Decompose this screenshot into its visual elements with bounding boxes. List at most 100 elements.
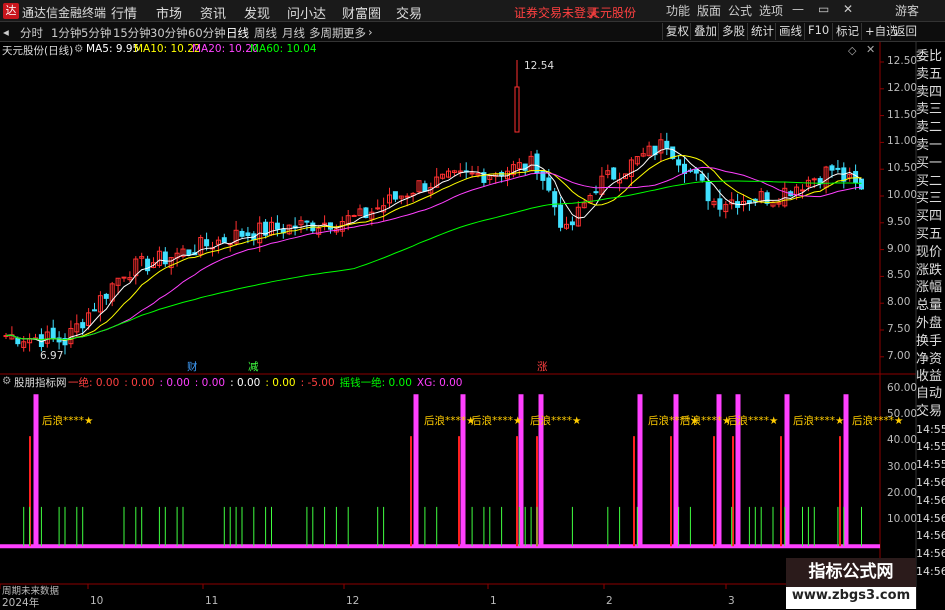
price-tick: 10.00 <box>887 189 918 201</box>
adjust-button[interactable]: 复权 <box>662 23 689 40</box>
candle-body <box>853 171 859 184</box>
formula-button[interactable]: 公式 <box>728 2 752 19</box>
minimize-icon[interactable]: — <box>792 2 804 16</box>
candle-body <box>351 214 357 217</box>
mark-button[interactable]: 标记 <box>832 23 859 40</box>
indicator-name[interactable]: 股朋指标网 <box>14 375 67 390</box>
period-week[interactable]: 周线 <box>254 25 277 41</box>
period-month[interactable]: 月线 <box>282 25 305 41</box>
indicator-field: XG: 0.00 <box>416 377 463 389</box>
chart-area[interactable]: 天元股份(日线) ⚙ MA5: 9.95 MA10: 10.22 MA20: 1… <box>0 42 945 609</box>
candle-body <box>422 183 428 192</box>
menu-zixun[interactable]: 资讯 <box>200 3 226 22</box>
tick-item: 14:55 <box>916 458 945 472</box>
period-more[interactable]: 更多 <box>343 25 366 41</box>
side-item[interactable]: 买一 <box>916 155 945 173</box>
login-warning[interactable]: 证券交易未登录 <box>514 4 598 21</box>
price-tick: 9.00 <box>887 242 911 255</box>
side-item[interactable]: 外盘 <box>916 315 945 333</box>
menu-caifuquan[interactable]: 财富圈 <box>342 3 381 22</box>
side-item[interactable]: 买五 <box>916 226 945 244</box>
user-label[interactable]: 游客 <box>895 2 919 19</box>
side-item[interactable]: 涨幅 <box>916 279 945 297</box>
period-15min[interactable]: 15分钟 <box>113 25 151 41</box>
candle-body <box>274 222 280 230</box>
side-item[interactable]: 收益 <box>916 368 945 386</box>
tick-item: 14:56 <box>916 529 945 543</box>
back-button[interactable]: 返回 <box>890 23 917 40</box>
diamond-icon[interactable]: ◇ <box>848 44 856 57</box>
draw-button[interactable]: 画线 <box>775 23 802 40</box>
settings-gear-icon[interactable]: ⚙ <box>74 43 83 55</box>
candle-body <box>593 191 599 194</box>
side-item[interactable]: 净资 <box>916 351 945 369</box>
side-item[interactable]: 卖二 <box>916 119 945 137</box>
menu-faxian[interactable]: 发现 <box>244 3 270 22</box>
wave-tag: 后浪****★ <box>727 415 779 427</box>
candle-body <box>469 172 475 175</box>
indicator-field: : -5.00 <box>300 377 335 389</box>
candle-body <box>717 198 723 210</box>
ma5-label: MA5: 9.95 <box>86 43 140 55</box>
menu-wenxiaoda[interactable]: 问小达 <box>287 3 326 22</box>
kline-svg[interactable] <box>0 42 945 609</box>
period-1min[interactable]: 1分钟 <box>51 25 81 41</box>
options-button[interactable]: 选项 <box>759 2 783 19</box>
side-item[interactable]: 卖四 <box>916 84 945 102</box>
high-candle <box>514 86 520 133</box>
restore-icon[interactable]: ▭ <box>818 2 829 16</box>
future-data-status: 周期未来数据 <box>2 586 60 597</box>
period-30min[interactable]: 30分钟 <box>150 25 188 41</box>
side-item[interactable]: 现价 <box>916 244 945 262</box>
candle-body <box>80 322 86 329</box>
main-title: 天元股份(日线) <box>2 45 74 57</box>
price-tick: 7.50 <box>887 323 911 335</box>
price-tick: 8.50 <box>887 269 911 282</box>
side-item[interactable]: 买三 <box>916 190 945 208</box>
period-day[interactable]: 日线 <box>226 25 249 41</box>
side-item[interactable]: 卖三 <box>916 101 945 119</box>
layout-button[interactable]: 版面 <box>697 2 721 19</box>
stats-button[interactable]: 统计 <box>747 23 774 40</box>
candle-body <box>676 159 682 166</box>
overlay-button[interactable]: 叠加 <box>690 23 717 40</box>
period-5min[interactable]: 5分钟 <box>81 25 111 41</box>
date-tick: 3 <box>728 595 735 607</box>
candle-body <box>835 167 841 170</box>
side-item[interactable]: 换手 <box>916 333 945 351</box>
side-item[interactable]: 总量 <box>916 297 945 315</box>
close-icon[interactable]: ✕ <box>843 2 853 16</box>
side-item[interactable]: 买二 <box>916 173 945 191</box>
multistock-button[interactable]: 多股 <box>718 23 745 40</box>
candle-body <box>304 220 310 223</box>
price-tick: 10.50 <box>887 162 918 175</box>
f10-button[interactable]: F10 <box>804 23 829 40</box>
indicator-gear-icon[interactable]: ⚙ <box>2 375 11 387</box>
candle-body <box>375 207 381 210</box>
period-fenshi[interactable]: 分时 <box>20 25 43 41</box>
more-chevron-icon[interactable]: › <box>368 25 373 39</box>
candle-body <box>699 173 705 181</box>
menu-jiaoyi[interactable]: 交易 <box>396 3 422 22</box>
function-button[interactable]: 功能 <box>666 2 690 19</box>
menu-hangqing[interactable]: 行情 <box>111 3 137 22</box>
side-item[interactable]: 买四 <box>916 208 945 226</box>
side-item[interactable]: 委比 <box>916 48 945 66</box>
quote-side-panel: 委比 卖五 卖四 卖三 卖二 卖一 买一 买二 买三 买四 买五 现价 涨跌 涨幅 总量 外盘 换手 净资 收益 <box>916 48 945 386</box>
side-item[interactable]: 卖一 <box>916 137 945 155</box>
indicator-field: : 0.00 <box>124 377 155 389</box>
expand-icon[interactable]: ◂ <box>3 25 9 39</box>
menu-shichang[interactable]: 市场 <box>156 3 182 22</box>
ma10-line <box>5 155 862 341</box>
watermark-url: www.zbgs3.com <box>791 588 911 603</box>
price-tick: 11.00 <box>887 135 918 148</box>
side-item[interactable]: 卖五 <box>916 66 945 84</box>
indicator-tick: 60.00 <box>887 382 918 394</box>
period-multi[interactable]: 多周期 <box>309 25 344 41</box>
candle-body <box>50 327 56 339</box>
period-60min[interactable]: 60分钟 <box>188 25 226 41</box>
zoom-close-icon[interactable]: ✕ <box>866 43 875 56</box>
side-item[interactable]: 涨跌 <box>916 262 945 280</box>
date-tick: 10 <box>90 595 104 607</box>
candle-body <box>103 293 109 299</box>
